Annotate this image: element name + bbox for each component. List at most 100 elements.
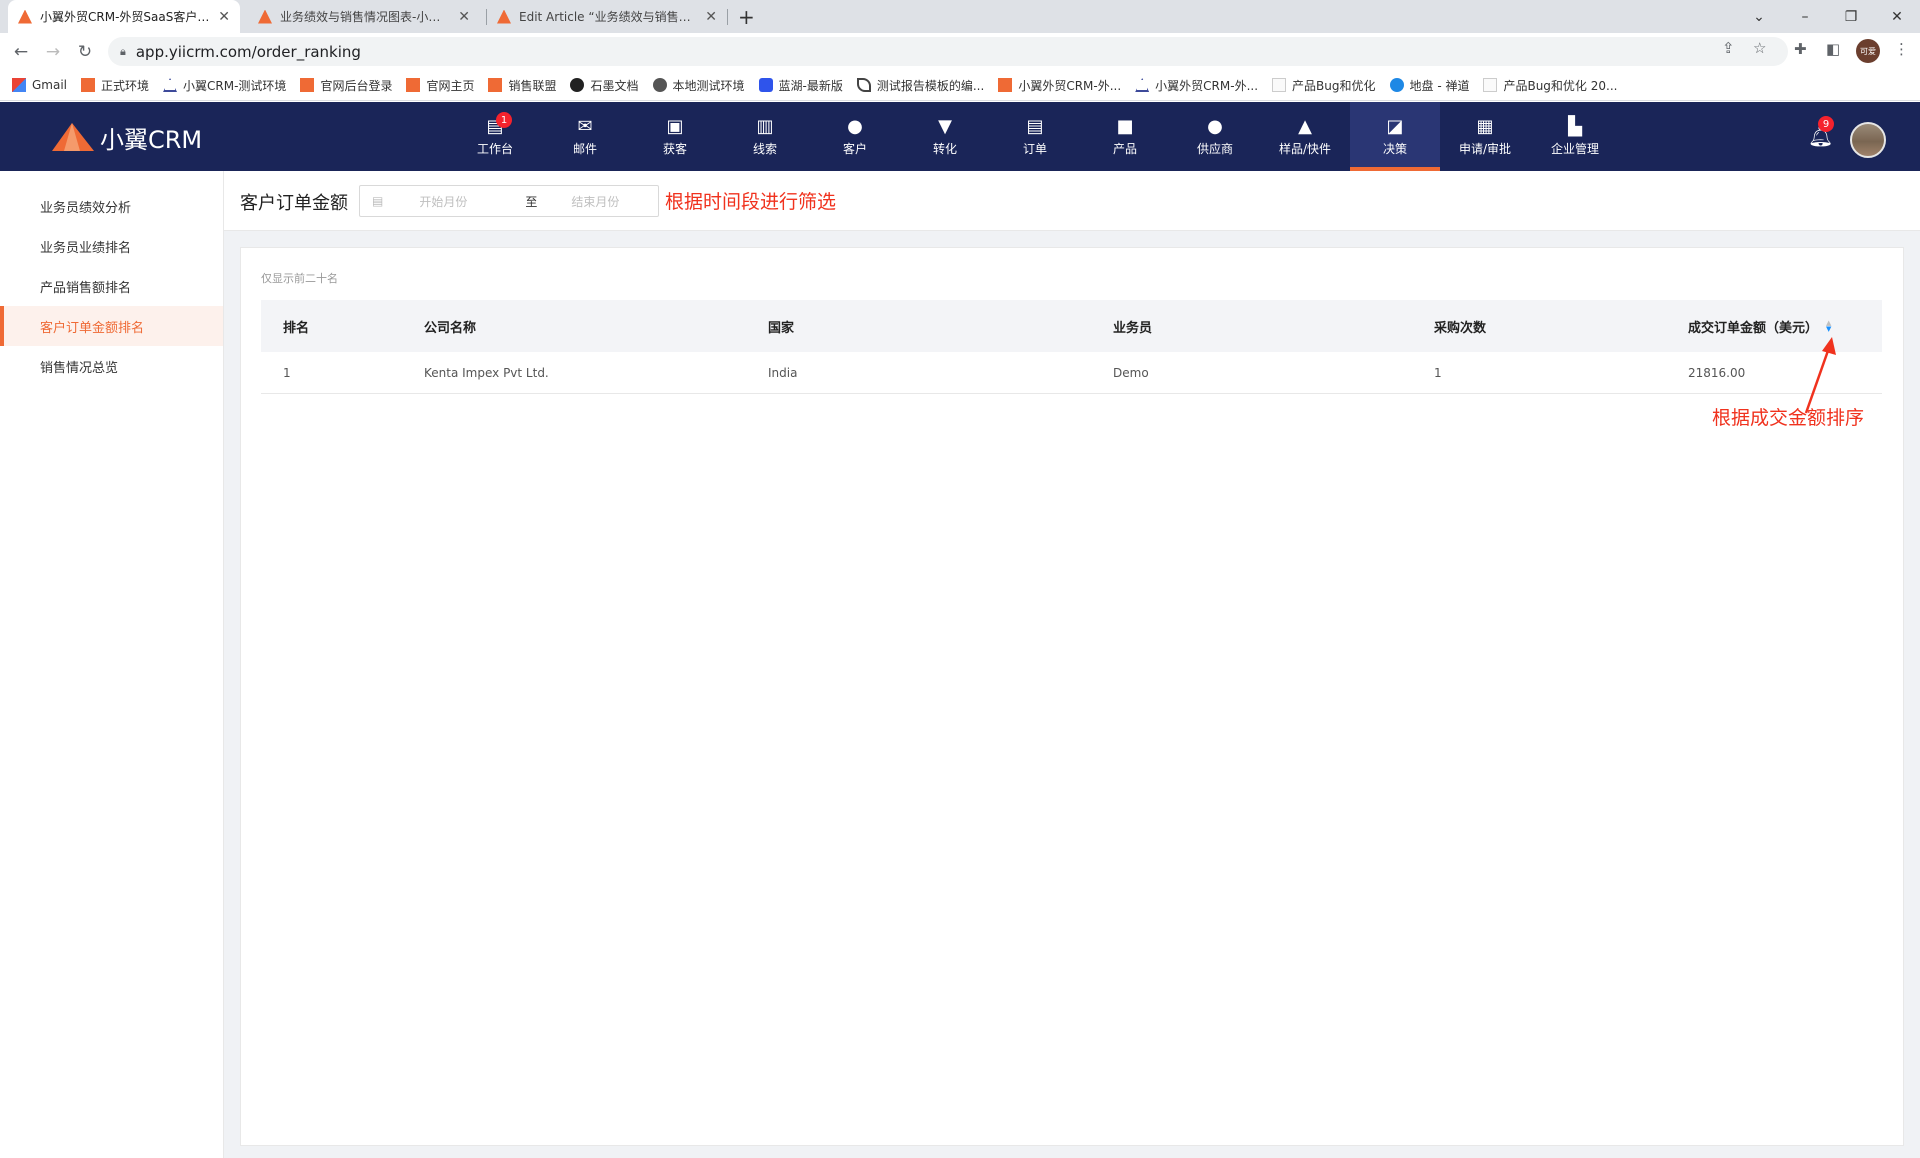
flask-icon: ▲: [1298, 116, 1312, 137]
nav-mail[interactable]: ✉ 邮件: [540, 102, 630, 171]
bookmark-item[interactable]: 官网后台登录: [300, 77, 392, 94]
month-range-picker[interactable]: ▤ 开始月份 至 结束月份: [359, 185, 659, 217]
nav-label: 线索: [752, 142, 777, 156]
sidebar-item-product-ranking[interactable]: 产品销售额排名: [0, 266, 223, 306]
approval-icon: ▦: [1476, 116, 1494, 137]
nav-samples[interactable]: ▲ 样品/快件: [1260, 102, 1350, 171]
sidebar-item-sales-overview[interactable]: 销售情况总览: [0, 346, 223, 386]
nav-label: 申请/审批: [1458, 142, 1512, 156]
bookmark-item[interactable]: 蓝湖-最新版: [758, 77, 843, 94]
new-tab-button[interactable]: +: [738, 5, 755, 29]
nav-approval[interactable]: ▦ 申请/审批: [1440, 102, 1530, 171]
sort-annotation: 根据成交金额排序: [1712, 407, 1865, 429]
nav-label: 企业管理: [1550, 142, 1599, 156]
reload-icon[interactable]: ↻: [72, 39, 98, 65]
yiicrm-icon: [81, 78, 96, 92]
share-icon[interactable]: ⇪: [1722, 39, 1735, 57]
bookmark-item[interactable]: 小翼外贸CRM-外...: [998, 77, 1121, 94]
bookmark-item[interactable]: 测试报告模板的编...: [856, 77, 984, 94]
building-icon: ▙: [1568, 116, 1582, 137]
bookmark-item[interactable]: 产品Bug和优化: [1272, 77, 1376, 94]
sidebar-item-label: 客户订单金额排名: [40, 320, 145, 336]
column-header-company: 公司名称: [424, 320, 477, 336]
main-content: 客户订单金额 ▤ 开始月份 至 结束月份 根据时间段进行筛选 仅显示前二十名 排…: [224, 171, 1920, 1158]
yiicrm-icon: [300, 78, 315, 92]
bookmark-label: 产品Bug和优化: [1292, 78, 1376, 93]
nav-supplier[interactable]: ● 供应商: [1170, 102, 1260, 171]
nav-decision[interactable]: ◪ 决策: [1350, 102, 1440, 171]
browser-tab[interactable]: Edit Article “业务绩效与销售情况图表” ✕: [487, 0, 727, 33]
zentao-icon: [1389, 78, 1404, 92]
acquire-icon: ▣: [666, 116, 684, 137]
user-avatar[interactable]: [1850, 122, 1886, 158]
end-month-input[interactable]: 结束月份: [571, 193, 619, 210]
globe-icon: [652, 78, 667, 92]
nav-leads[interactable]: ▥ 线索: [720, 102, 810, 171]
bookmark-star-icon[interactable]: ☆: [1753, 39, 1766, 57]
tab-title: 业务绩效与销售情况图表-小翼外贸CRM: [280, 10, 450, 24]
browser-toolbar: ← → ↻ 🔒︎ app.yiicrm.com/order_ranking ⇪ …: [0, 33, 1920, 70]
tab-title: 小翼外贸CRM-外贸SaaS客户管理系统: [40, 10, 210, 24]
bookmark-item[interactable]: 官网主页: [406, 77, 474, 94]
start-month-input[interactable]: 开始月份: [419, 193, 467, 210]
sidebar-item-customer-order-ranking[interactable]: 客户订单金额排名: [0, 306, 223, 346]
bookmark-label: 地盘 - 禅道: [1409, 78, 1470, 93]
forward-icon[interactable]: →: [40, 39, 66, 65]
chrome-menu-icon[interactable]: ⋮: [1894, 40, 1909, 58]
close-tab-icon[interactable]: ✕: [705, 9, 717, 25]
bookmark-item[interactable]: 小翼CRM-测试环境: [163, 77, 286, 94]
shimo-icon: [570, 78, 585, 92]
sidebar-item-sales-performance[interactable]: 业务员绩效分析: [0, 186, 223, 226]
nav-enterprise[interactable]: ▙ 企业管理: [1530, 102, 1620, 171]
nav-label: 工作台: [476, 142, 513, 156]
bookmark-item[interactable]: 正式环境: [81, 77, 149, 94]
bookmark-item[interactable]: 产品Bug和优化 20...: [1483, 77, 1617, 94]
cell-company: Kenta Impex Pvt Ltd.: [424, 366, 549, 380]
cell-purchases: 1: [1434, 366, 1442, 380]
doc-icon: [1483, 78, 1498, 92]
bookmark-item[interactable]: 本地测试环境: [652, 77, 745, 94]
bookmark-item[interactable]: Gmail: [12, 78, 67, 92]
nav-label: 决策: [1382, 142, 1407, 156]
yiicrm-outline-icon: [163, 78, 178, 92]
app-logo[interactable]: 小翼CRM: [50, 120, 202, 155]
close-tab-icon[interactable]: ✕: [218, 9, 230, 25]
bookmark-label: Gmail: [32, 78, 68, 92]
nav-order[interactable]: ▤ 订单: [990, 102, 1080, 171]
nav-acquire[interactable]: ▣ 获客: [630, 102, 720, 171]
close-tab-icon[interactable]: ✕: [458, 9, 470, 25]
bookmark-item[interactable]: 地盘 - 禅道: [1389, 77, 1470, 94]
side-panel-icon[interactable]: ◧: [1826, 40, 1840, 58]
tab-search-icon[interactable]: ⌄: [1736, 0, 1782, 33]
extensions-icon[interactable]: ✚: [1794, 40, 1807, 58]
bookmark-label: 小翼外贸CRM-外...: [1155, 78, 1259, 93]
range-separator: 至: [525, 194, 538, 209]
bookmark-label: 销售联盟: [508, 78, 557, 93]
profile-avatar[interactable]: 可爱: [1856, 39, 1880, 63]
minimize-icon[interactable]: –: [1782, 0, 1828, 33]
yiicrm-icon: [998, 78, 1013, 92]
browser-tab-active[interactable]: 小翼外贸CRM-外贸SaaS客户管理系统 ✕: [8, 0, 240, 33]
column-header-salesperson: 业务员: [1113, 320, 1153, 336]
nav-label: 邮件: [572, 142, 597, 156]
nav-conversion[interactable]: ▼ 转化: [900, 102, 990, 171]
bookmark-item[interactable]: 销售联盟: [488, 77, 556, 94]
nav-customer[interactable]: ● 客户: [810, 102, 900, 171]
back-icon[interactable]: ←: [8, 39, 34, 65]
column-header-country: 国家: [768, 320, 795, 336]
address-bar[interactable]: 🔒︎ app.yiicrm.com/order_ranking: [108, 37, 1788, 66]
sidebar-item-salesperson-ranking[interactable]: 业务员业绩排名: [0, 226, 223, 266]
restore-icon[interactable]: ❐: [1828, 0, 1874, 33]
bookmark-item[interactable]: 小翼外贸CRM-外...: [1135, 77, 1258, 94]
sidebar-item-label: 产品销售额排名: [40, 280, 132, 296]
bookmark-label: 官网主页: [426, 78, 475, 93]
mail-icon: ✉: [577, 116, 593, 137]
bookmark-item[interactable]: 石墨文档: [570, 77, 639, 94]
table-header: 排名 公司名称 国家 业务员 采购次数 成交订单金额（美元） ▲ ▼: [261, 300, 1882, 352]
nav-product[interactable]: ■ 产品: [1080, 102, 1170, 171]
close-window-icon[interactable]: ✕: [1874, 0, 1920, 33]
nav-badge: 1: [496, 112, 512, 128]
nav-workbench[interactable]: ▤ 工作台 1: [450, 102, 540, 171]
browser-tab[interactable]: 业务绩效与销售情况图表-小翼外贸CRM ✕: [248, 0, 480, 33]
doc-icon: [1272, 78, 1287, 92]
